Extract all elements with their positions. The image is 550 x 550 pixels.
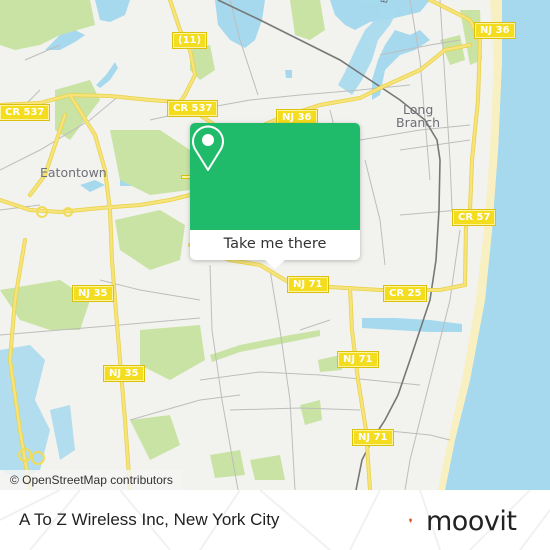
road-shield-cr25: CR 25 (382, 285, 428, 302)
map-attribution[interactable]: © OpenStreetMap contributors (0, 470, 183, 490)
location-pin-icon (192, 125, 224, 171)
park-strip (210, 330, 320, 362)
road-shield-nj36-top: NJ 36 (474, 22, 516, 39)
popup-header (190, 123, 360, 230)
map[interactable]: Eatontown Long Branch Branch (11) CR 537… (0, 0, 550, 490)
moovit-logo[interactable]: moovit (426, 506, 517, 538)
place-label-eatontown: Eatontown (40, 165, 107, 180)
popup-tail (265, 260, 285, 269)
park-south (130, 415, 180, 460)
park-southwest2 (140, 325, 205, 380)
pond-eatontown (80, 180, 105, 192)
road-shield-nj71-c: NJ 71 (352, 429, 394, 446)
park-north (290, 0, 325, 40)
pond-center (285, 70, 292, 78)
road-shield-cr57: CR 57 (451, 209, 497, 226)
location-popup: Take me there (190, 123, 360, 269)
lake-nw (95, 0, 130, 22)
park-nw (0, 0, 95, 50)
take-me-there-button[interactable]: Take me there (190, 230, 360, 260)
wetland-sw2 (50, 405, 75, 460)
road-shield-nj71-b: NJ 71 (337, 351, 379, 368)
place-label-branch: Branch (396, 115, 441, 130)
road-shield-cr537: CR 537 (166, 100, 219, 117)
road-shield-nj71-a: NJ 71 (287, 276, 329, 293)
place-title: A To Z Wireless Inc, New York City (19, 510, 280, 529)
road-shield-nj35-a: NJ 35 (72, 285, 114, 302)
road-shield-11: (11) (171, 32, 208, 49)
park-se (210, 450, 245, 478)
road-shield-cr537-left: CR 537 (0, 104, 51, 121)
park-nj71b (300, 400, 322, 425)
road-shield-nj35-b: NJ 35 (103, 365, 145, 382)
pond-small (96, 62, 118, 88)
park-south-eaton (115, 210, 185, 270)
lake-east (362, 318, 462, 332)
park-center-e (250, 455, 285, 480)
